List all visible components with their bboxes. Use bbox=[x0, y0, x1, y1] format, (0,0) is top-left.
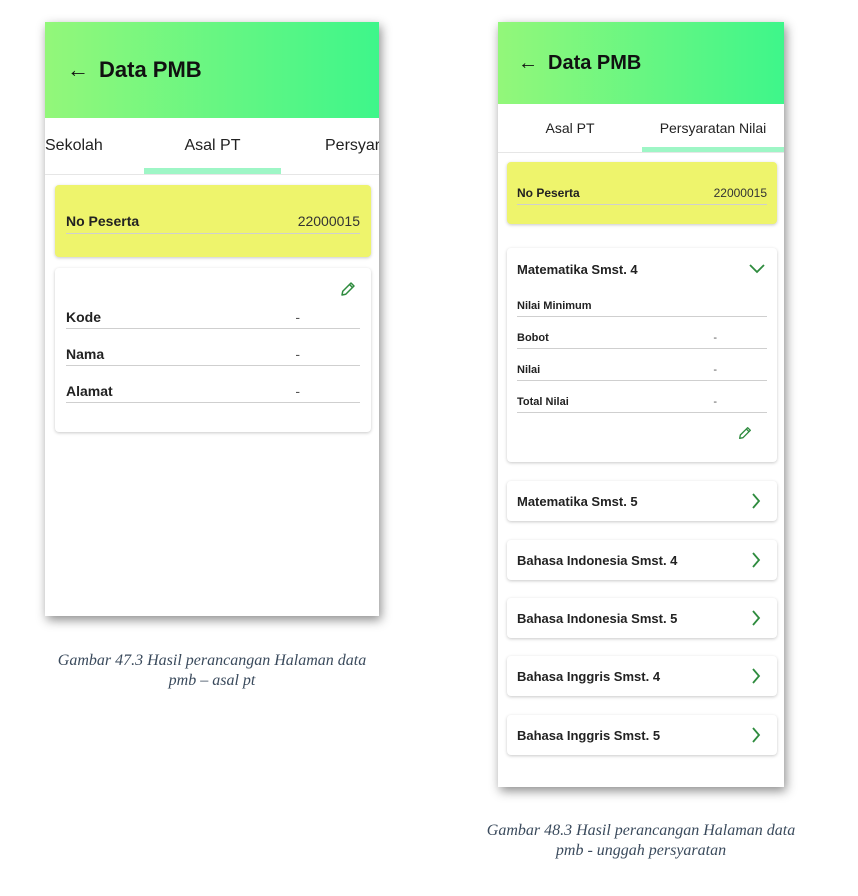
chevron-right-icon[interactable] bbox=[751, 727, 761, 743]
back-arrow-icon[interactable]: ← bbox=[518, 53, 538, 73]
accordion-collapsed[interactable]: Bahasa Indonesia Smst. 4 bbox=[507, 540, 777, 580]
field-label: Nilai bbox=[517, 364, 541, 376]
chevron-right-icon[interactable] bbox=[751, 610, 761, 626]
chevron-down-icon[interactable] bbox=[749, 263, 765, 275]
chevron-right-icon[interactable] bbox=[751, 493, 761, 509]
field-value: - bbox=[713, 332, 717, 344]
field-row-nilai: Nilai - bbox=[517, 360, 767, 381]
field-label: Alamat bbox=[66, 383, 113, 399]
field-label: Nama bbox=[66, 346, 105, 362]
accordion-collapsed[interactable]: Bahasa Inggris Smst. 5 bbox=[507, 715, 777, 755]
field-label: Kode bbox=[66, 309, 101, 325]
accordion-title: Bahasa Inggris Smst. 5 bbox=[517, 728, 661, 743]
edit-pencil-icon[interactable] bbox=[737, 425, 753, 441]
peserta-row: No Peserta 22000015 bbox=[517, 182, 767, 205]
peserta-card: No Peserta 22000015 bbox=[55, 185, 371, 257]
active-tab-indicator bbox=[642, 147, 784, 152]
peserta-value: 22000015 bbox=[297, 213, 360, 229]
chevron-right-icon[interactable] bbox=[751, 552, 761, 568]
app-bar: ← Data PMB bbox=[45, 22, 379, 118]
tab-asal-pt[interactable]: Asal PT bbox=[144, 118, 281, 174]
field-row-nilai-minimum: Nilai Minimum bbox=[517, 296, 767, 317]
page-title: Data PMB bbox=[548, 51, 642, 74]
caption-line: pmb – asal pt bbox=[168, 672, 256, 689]
field-label: Total Nilai bbox=[517, 396, 569, 408]
phone-screen-persyaratan: ← Data PMB Asal PT Persyaratan Nilai No … bbox=[498, 22, 784, 787]
field-label: Bobot bbox=[517, 332, 549, 344]
field-row-nama: Nama - bbox=[66, 343, 360, 366]
accordion-collapsed[interactable]: Bahasa Indonesia Smst. 5 bbox=[507, 598, 777, 638]
caption-line: pmb - unggah persyaratan bbox=[555, 842, 727, 859]
peserta-label: No Peserta bbox=[517, 186, 580, 200]
tab-bar: Sekolah Asal PT Persyar bbox=[45, 118, 379, 175]
accordion-title: Matematika Smst. 4 bbox=[517, 262, 638, 277]
peserta-label: No Peserta bbox=[66, 213, 140, 229]
tab-bar: Asal PT Persyaratan Nilai bbox=[498, 104, 784, 153]
page-title: Data PMB bbox=[99, 57, 202, 82]
field-row-bobot: Bobot - bbox=[517, 328, 767, 349]
tab-asal-pt[interactable]: Asal PT bbox=[498, 104, 642, 152]
back-arrow-icon[interactable]: ← bbox=[67, 59, 89, 81]
figure-caption-2: Gambar 48.3 Hasil perancangan Halaman da… bbox=[444, 821, 838, 861]
peserta-value: 22000015 bbox=[713, 186, 767, 200]
field-label: Nilai Minimum bbox=[517, 300, 592, 312]
app-bar: ← Data PMB bbox=[498, 22, 784, 104]
accordion-expanded: Matematika Smst. 4 Nilai Minimum Bobot -… bbox=[507, 248, 777, 462]
field-value: - bbox=[713, 364, 717, 376]
phone-screen-asal-pt: ← Data PMB Sekolah Asal PT Persyar No Pe… bbox=[45, 22, 379, 616]
asal-pt-card: Kode - Nama - Alamat - bbox=[55, 268, 371, 432]
caption-line: Gambar 47.3 Hasil perancangan Halaman da… bbox=[57, 652, 367, 669]
active-tab-indicator bbox=[144, 168, 281, 174]
caption-line: Gambar 48.3 Hasil perancangan Halaman da… bbox=[486, 822, 796, 839]
field-value: - bbox=[713, 396, 717, 408]
figure-caption-1: Gambar 47.3 Hasil perancangan Halaman da… bbox=[20, 651, 404, 691]
field-row-total-nilai: Total Nilai - bbox=[517, 392, 767, 413]
peserta-card: No Peserta 22000015 bbox=[507, 162, 777, 224]
accordion-title: Matematika Smst. 5 bbox=[517, 494, 638, 509]
field-row-alamat: Alamat - bbox=[66, 380, 360, 403]
accordion-collapsed[interactable]: Bahasa Inggris Smst. 4 bbox=[507, 656, 777, 696]
tab-persyaratan[interactable]: Persyar bbox=[325, 118, 379, 174]
accordion-collapsed[interactable]: Matematika Smst. 5 bbox=[507, 481, 777, 521]
accordion-title: Bahasa Inggris Smst. 4 bbox=[517, 669, 661, 684]
edit-pencil-icon[interactable] bbox=[339, 280, 357, 298]
field-value: - bbox=[295, 346, 300, 362]
chevron-right-icon[interactable] bbox=[751, 668, 761, 684]
tab-sekolah[interactable]: Sekolah bbox=[45, 118, 105, 174]
field-value: - bbox=[295, 309, 300, 325]
peserta-row: No Peserta 22000015 bbox=[66, 209, 360, 234]
field-value: - bbox=[295, 383, 300, 399]
accordion-title: Bahasa Indonesia Smst. 4 bbox=[517, 553, 678, 568]
accordion-title: Bahasa Indonesia Smst. 5 bbox=[517, 611, 678, 626]
field-row-kode: Kode - bbox=[66, 306, 360, 329]
tab-persyaratan-nilai[interactable]: Persyaratan Nilai bbox=[642, 104, 784, 152]
